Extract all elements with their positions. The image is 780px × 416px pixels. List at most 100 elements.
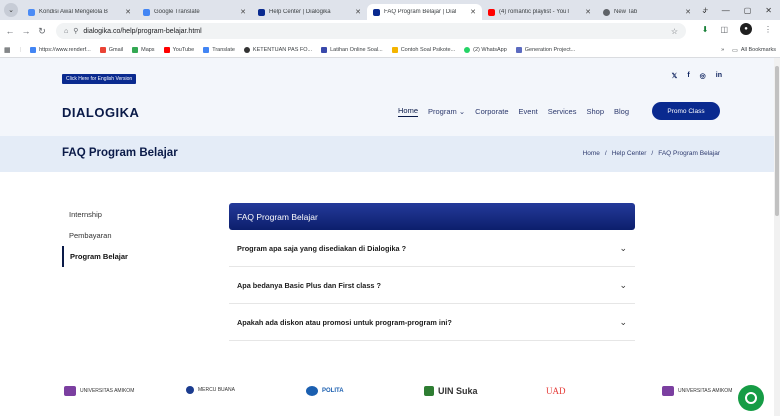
apps-grid-icon[interactable]: ▦ — [4, 46, 11, 54]
window-controls: ⌄ — ▢ ✕ — [701, 0, 780, 20]
chevron-down-icon[interactable]: ⌄ — [619, 280, 627, 291]
bookmark-item[interactable]: Latihan Online Soal... — [321, 46, 383, 53]
chevron-down-icon[interactable]: ⌄ — [619, 243, 627, 254]
maximize-icon[interactable]: ▢ — [744, 6, 752, 15]
profile-avatar[interactable]: ● — [740, 23, 752, 35]
back-icon[interactable]: ← — [2, 26, 18, 36]
browser-tab[interactable]: Google Translate ✕ — [137, 4, 252, 20]
amikom-logo-icon — [662, 386, 674, 396]
bookmark-item[interactable]: Generation Project... — [515, 46, 575, 53]
address-bar[interactable]: ⌂ ⚲ dialogika.co/help/program-belajar.ht… — [56, 23, 686, 39]
nav-event[interactable]: Event — [519, 107, 538, 116]
bookmarks-overflow: » ▭ All Bookmarks — [721, 42, 776, 58]
translate-icon — [203, 46, 210, 53]
sidebar-item-pembayaran[interactable]: Pembayaran — [62, 225, 162, 246]
partner-logo-label: UNIVERSITAS AMIKOM — [80, 388, 135, 394]
bookmark-label: KETENTUAN PAS FO... — [252, 46, 313, 53]
faq-question-text: Apakah ada diskon atau promosi untuk pro… — [237, 317, 452, 327]
partner-logo-label: UNIVERSITAS AMIKOM — [678, 388, 733, 394]
whatsapp-chat-button[interactable] — [738, 385, 764, 411]
whatsapp-icon — [464, 46, 471, 53]
linkedin-icon[interactable]: in — [716, 72, 722, 80]
chevron-down-icon[interactable]: ⌄ — [619, 317, 627, 328]
breadcrumb-separator: / — [604, 150, 607, 157]
twitter-icon[interactable]: 𝕏 — [672, 72, 678, 80]
promo-class-button[interactable]: Promo Class — [652, 102, 720, 120]
site-info-icon[interactable]: ⚲ — [73, 27, 78, 35]
bookmark-item[interactable]: YouTube — [163, 46, 194, 53]
facebook-icon[interactable]: f — [687, 72, 689, 80]
bookmark-item[interactable]: Maps — [132, 46, 155, 53]
tab-close-icon[interactable]: ✕ — [355, 8, 361, 16]
extensions-area: ⬇ ◫ ● ⋮ — [702, 23, 772, 35]
tab-title: Google Translate — [154, 9, 200, 15]
reload-icon[interactable]: ↻ — [34, 26, 50, 37]
maps-icon — [132, 46, 139, 53]
nav-blog[interactable]: Blog — [614, 107, 629, 116]
bookmark-star-icon[interactable]: ☆ — [671, 27, 678, 36]
tab-list-icon[interactable]: ⌄ — [701, 6, 708, 15]
bookmark-item[interactable]: (2) WhatsApp — [464, 46, 507, 53]
bookmark-label: Latihan Online Soal... — [330, 46, 383, 53]
page-scrollbar[interactable] — [774, 58, 780, 416]
sidebar-item-program-belajar[interactable]: Program Belajar — [62, 246, 162, 267]
bookmark-separator: | — [19, 46, 22, 53]
home-icon[interactable]: ⌂ — [64, 28, 68, 35]
tab-close-icon[interactable]: ✕ — [125, 8, 131, 16]
tab-favicon-icon — [258, 8, 265, 16]
scrollbar-thumb[interactable] — [775, 66, 779, 216]
bookmark-item[interactable]: Gmail — [99, 46, 123, 53]
all-bookmarks-folder[interactable]: ▭ All Bookmarks — [732, 47, 776, 54]
tab-close-icon[interactable]: ✕ — [585, 8, 591, 16]
partner-logo-label: POLITA — [322, 388, 344, 394]
nav-program[interactable]: Program ⌄ — [428, 107, 465, 116]
faq-question[interactable]: Apa bedanya Basic Plus dan First class ?… — [229, 267, 635, 304]
dialogika-logo[interactable]: DIALOGIKA — [62, 105, 139, 120]
bookmarks-more-icon[interactable]: » — [721, 47, 724, 53]
breadcrumb-home[interactable]: Home — [583, 150, 600, 157]
breadcrumb-separator: / — [651, 150, 654, 157]
english-version-button[interactable]: Click Here for English Version — [62, 74, 137, 84]
browser-tab-active[interactable]: FAQ Program Belajar | Dial ✕ — [367, 4, 482, 20]
url-text[interactable]: dialogika.co/help/program-belajar.html — [83, 28, 201, 35]
minimize-icon[interactable]: — — [722, 6, 730, 15]
browser-menu-icon[interactable]: ⋮ — [764, 25, 772, 34]
tab-search-icon[interactable]: ⌄ — [4, 3, 18, 17]
sidebar-item-internship[interactable]: Internship — [62, 204, 162, 225]
nav-corporate[interactable]: Corporate — [475, 107, 508, 116]
address-toolbar: ← → ↻ ⌂ ⚲ dialogika.co/help/program-bela… — [0, 20, 780, 42]
tab-favicon-icon — [373, 8, 380, 16]
tab-favicon-icon — [488, 8, 495, 16]
close-window-icon[interactable]: ✕ — [765, 6, 772, 15]
bookmark-favicon-icon — [391, 46, 398, 53]
puzzle-extensions-icon[interactable]: ◫ — [720, 25, 728, 34]
bookmark-item[interactable]: KETENTUAN PAS FO... — [243, 46, 313, 53]
bookmarks-bar: ▦ | https://www.renderf... Gmail Maps Yo… — [0, 42, 780, 58]
nav-services[interactable]: Services — [548, 107, 577, 116]
all-bookmarks-label: All Bookmarks — [740, 47, 776, 53]
bookmark-item[interactable]: Translate — [203, 46, 235, 53]
instagram-icon[interactable]: ◎ — [700, 72, 706, 80]
browser-tab[interactable]: Kondisi Awal Mengelola B ✕ — [22, 4, 137, 20]
tab-close-icon[interactable]: ✕ — [470, 8, 476, 16]
bookmark-label: Maps — [141, 46, 155, 53]
bookmark-favicon-icon — [243, 46, 250, 53]
gmail-icon — [99, 46, 106, 53]
bookmark-item[interactable]: https://www.renderf... — [30, 46, 91, 53]
browser-tab[interactable]: Help Center | Dialogika ✕ — [252, 4, 367, 20]
bookmark-favicon-icon — [515, 46, 522, 53]
browser-tab[interactable]: (4) romantic playlist - YouT ✕ — [482, 4, 597, 20]
mercu-buana-logo-icon — [186, 386, 194, 394]
bookmark-item[interactable]: Contoh Soal Psikote... — [391, 46, 455, 53]
nav-shop[interactable]: Shop — [586, 107, 604, 116]
breadcrumb-help-center[interactable]: Help Center — [612, 150, 647, 157]
extension-icon[interactable]: ⬇ — [702, 25, 709, 34]
youtube-icon — [163, 46, 170, 53]
faq-question[interactable]: Program apa saja yang disediakan di Dial… — [229, 230, 635, 267]
tab-close-icon[interactable]: ✕ — [240, 8, 246, 16]
faq-question[interactable]: Apakah ada diskon atau promosi untuk pro… — [229, 304, 635, 341]
tab-close-icon[interactable]: ✕ — [685, 8, 691, 16]
forward-icon[interactable]: → — [18, 26, 34, 36]
browser-tab[interactable]: New Tab ✕ — [597, 4, 697, 20]
nav-home[interactable]: Home — [398, 106, 419, 117]
